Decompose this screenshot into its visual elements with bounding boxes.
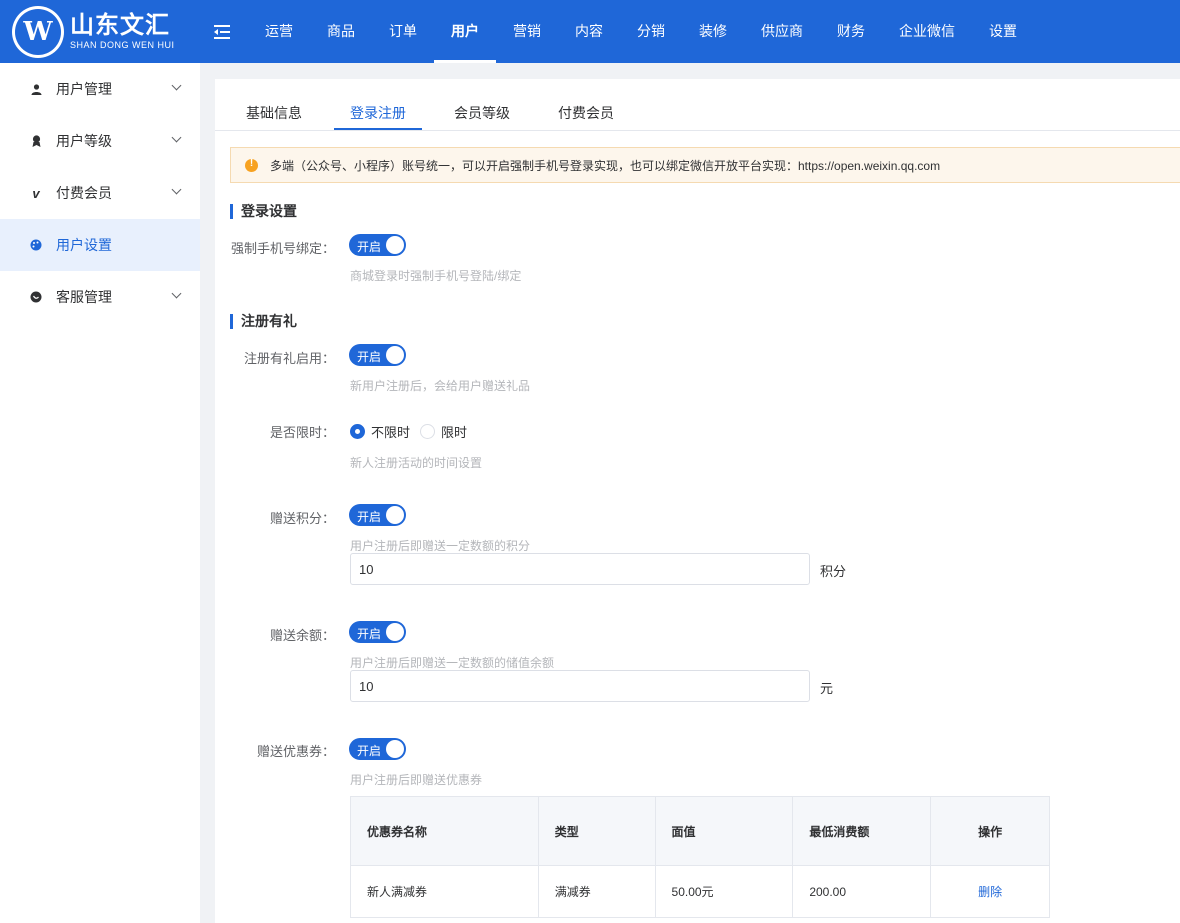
register-enable-switch[interactable]: 开启 xyxy=(349,344,406,366)
sidebar-item-customer-service[interactable]: 客服管理 xyxy=(0,271,200,323)
coupon-hint: 用户注册后即赠送优惠券 xyxy=(350,773,483,787)
active-tab-indicator xyxy=(334,128,422,130)
section-title-register: 注册有礼 xyxy=(230,314,297,329)
col-header-type: 类型 xyxy=(537,796,656,866)
col-header-min: 最低消费额 xyxy=(792,796,932,866)
time-limit-radio-group: 不限时 限时 xyxy=(350,422,477,441)
balance-unit: 元 xyxy=(820,681,834,696)
logo-mark-icon: W xyxy=(12,5,64,58)
radio-limit[interactable] xyxy=(420,424,436,439)
points-input[interactable] xyxy=(350,553,810,585)
nav-item-settings[interactable]: 设置 xyxy=(972,0,1034,63)
sidebar-item-user-management[interactable]: 用户管理 xyxy=(0,63,200,115)
balance-label: 赠送余额： xyxy=(269,628,335,643)
coupon-table: 优惠券名称 类型 面值 最低消费额 操作 新人满减券 满减券 50.00元 20… xyxy=(350,796,1050,918)
register-enable-hint: 新用户注册后，会给用户赠送礼品 xyxy=(350,379,531,393)
force-phone-switch[interactable]: 开启 xyxy=(349,234,406,256)
brand-name-cn: 山东文汇 xyxy=(70,11,170,39)
tab-login-register[interactable]: 登录注册 xyxy=(350,103,406,123)
coupon-value-cell: 50.00元 xyxy=(654,865,794,918)
coupon-name-cell: 新人满减券 xyxy=(350,865,539,918)
settings-tabs: 基础信息 登录注册 会员等级 付费会员 xyxy=(215,79,1180,131)
balance-input[interactable] xyxy=(350,670,810,702)
sidebar: 用户管理 用户等级 v 付费会员 用户设置 客服管理 xyxy=(0,63,200,923)
level-icon xyxy=(30,135,42,147)
user-icon xyxy=(30,83,42,95)
coupon-switch[interactable]: 开启 xyxy=(349,738,406,760)
nav-item-products[interactable]: 商品 xyxy=(310,0,372,63)
chevron-down-icon xyxy=(171,288,182,299)
radio-limit-label[interactable]: 限时 xyxy=(441,422,467,441)
delete-coupon-link[interactable]: 删除 xyxy=(978,885,1002,899)
points-label: 赠送积分： xyxy=(269,511,335,526)
nav-item-distribution[interactable]: 分销 xyxy=(620,0,682,63)
warning-icon xyxy=(245,158,258,172)
coupon-type-cell: 满减券 xyxy=(537,865,656,918)
balance-hint: 用户注册后即赠送一定数额的储值余额 xyxy=(350,656,555,670)
nav-item-finance[interactable]: 财务 xyxy=(820,0,882,63)
nav-item-wecom[interactable]: 企业微信 xyxy=(882,0,972,63)
nav-item-supplier[interactable]: 供应商 xyxy=(744,0,820,63)
coupon-min-cell: 200.00 xyxy=(792,865,932,918)
table-header-row: 优惠券名称 类型 面值 最低消费额 操作 xyxy=(350,796,1050,866)
sidebar-item-user-settings[interactable]: 用户设置 xyxy=(0,219,200,271)
nav-item-operation[interactable]: 运营 xyxy=(248,0,310,63)
force-phone-hint: 商城登录时强制手机号登陆/绑定 xyxy=(350,269,522,283)
radio-no-limit-label[interactable]: 不限时 xyxy=(371,422,410,441)
top-header: W 山东文汇 SHAN DONG WEN HUI 运营 商品 订单 用户 营销 … xyxy=(0,0,1180,63)
tab-basic-info[interactable]: 基础信息 xyxy=(246,103,302,123)
top-nav: 运营 商品 订单 用户 营销 内容 分销 装修 供应商 财务 企业微信 设置 xyxy=(248,0,1034,63)
brand-logo[interactable]: W 山东文汇 SHAN DONG WEN HUI xyxy=(0,0,200,63)
sidebar-item-label: 用户设置 xyxy=(56,237,112,253)
sidebar-item-user-level[interactable]: 用户等级 xyxy=(0,115,200,167)
time-limit-hint: 新人注册活动的时间设置 xyxy=(350,456,483,470)
register-enable-label: 注册有礼启用： xyxy=(243,351,335,366)
brand-name-en: SHAN DONG WEN HUI xyxy=(70,39,175,50)
chevron-down-icon xyxy=(171,80,182,91)
chevron-down-icon xyxy=(171,184,182,195)
palette-icon xyxy=(30,239,42,251)
points-switch[interactable]: 开启 xyxy=(349,504,406,526)
sidebar-item-label: 用户等级 xyxy=(56,133,112,149)
table-row: 新人满减券 满减券 50.00元 200.00 删除 xyxy=(350,865,1050,918)
sidebar-item-label: 客服管理 xyxy=(56,289,112,305)
tab-member-level[interactable]: 会员等级 xyxy=(454,103,510,123)
nav-item-marketing[interactable]: 营销 xyxy=(496,0,558,63)
col-header-value: 面值 xyxy=(654,796,794,866)
points-hint: 用户注册后即赠送一定数额的积分 xyxy=(350,539,531,553)
menu-fold-icon[interactable] xyxy=(212,24,232,39)
tab-paid-member[interactable]: 付费会员 xyxy=(558,103,614,123)
nav-item-orders[interactable]: 订单 xyxy=(372,0,434,63)
nav-item-users[interactable]: 用户 xyxy=(434,0,496,63)
time-limit-label: 是否限时： xyxy=(269,425,335,440)
balance-switch[interactable]: 开启 xyxy=(349,621,406,643)
info-notice: 多端（公众号、小程序）账号统一，可以开启强制手机号登录实现，也可以绑定微信开放平… xyxy=(230,147,1180,183)
main-panel: 基础信息 登录注册 会员等级 付费会员 多端（公众号、小程序）账号统一，可以开启… xyxy=(215,79,1180,923)
coupon-label: 赠送优惠券： xyxy=(256,744,335,759)
col-header-action: 操作 xyxy=(930,796,1050,866)
notice-text: 多端（公众号、小程序）账号统一，可以开启强制手机号登录实现，也可以绑定微信开放平… xyxy=(270,158,941,173)
coupon-action-cell: 删除 xyxy=(930,865,1050,918)
col-header-name: 优惠券名称 xyxy=(350,796,539,866)
vip-icon: v xyxy=(32,185,40,201)
chat-icon xyxy=(30,291,42,303)
sidebar-item-label: 付费会员 xyxy=(56,185,112,201)
nav-item-content[interactable]: 内容 xyxy=(558,0,620,63)
force-phone-label: 强制手机号绑定： xyxy=(230,241,335,256)
nav-item-decoration[interactable]: 装修 xyxy=(682,0,744,63)
section-title-login: 登录设置 xyxy=(230,204,297,219)
sidebar-item-paid-member[interactable]: v 付费会员 xyxy=(0,167,200,219)
chevron-down-icon xyxy=(171,132,182,143)
points-unit: 积分 xyxy=(820,564,847,579)
radio-no-limit[interactable] xyxy=(350,424,365,439)
sidebar-item-label: 用户管理 xyxy=(56,81,112,97)
